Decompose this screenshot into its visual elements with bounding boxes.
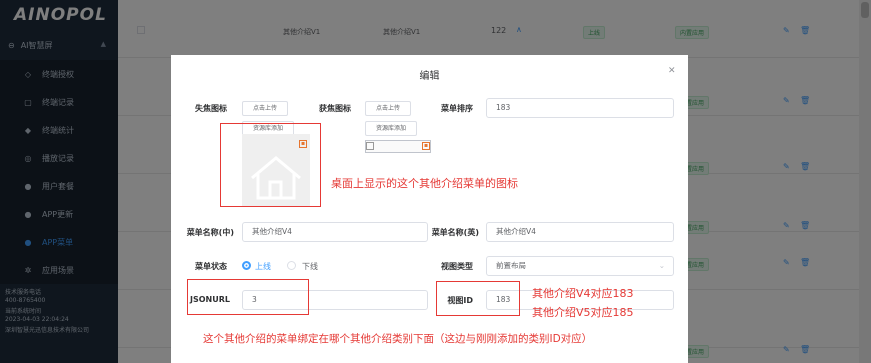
status-label: 菜单状态 [195, 262, 227, 271]
get-focus-upload-button[interactable]: 点击上传 [365, 101, 411, 116]
dialog-title: 编辑 [419, 71, 440, 82]
chevron-down-icon: ⌄ [658, 261, 665, 270]
broken-image-icon [366, 142, 374, 150]
delete-image-icon[interactable]: ▪ [422, 142, 430, 150]
annotation-v5-note: 其他介绍V5对应185 [532, 306, 634, 319]
annotation-box-icon [220, 123, 321, 207]
name-en-label: 菜单名称(英) [431, 228, 479, 237]
view-type-select[interactable]: 前置布局 ⌄ [486, 256, 674, 276]
get-focus-resource-button[interactable]: 资源库添加 [365, 121, 417, 136]
sort-input[interactable]: 183 [486, 98, 674, 118]
status-off-label[interactable]: 下线 [302, 261, 318, 272]
annotation-icon-note: 桌面上显示的这个其他介绍菜单的图标 [331, 177, 518, 190]
status-off-radio[interactable] [287, 261, 296, 270]
annotation-box-view-id [436, 281, 520, 316]
name-en-input[interactable]: 其他介绍V4 [486, 222, 674, 242]
app-window: AINOPOL ⊖ AI智慧屏 ▲ ◇终端授权 ▢终端记录 ◆终端统计 ◎播放记… [0, 0, 871, 363]
annotation-box-jsonurl [187, 279, 309, 315]
view-type-value: 前置布局 [496, 261, 526, 270]
view-type-label: 视图类型 [441, 262, 473, 271]
annotation-bottom-note: 这个其他介绍的菜单绑定在哪个其他介绍类别下面（这边与刚刚添加的类别ID对应） [203, 333, 593, 345]
edit-dialog: 编辑 ✕ 失焦图标 点击上传 资源库添加 ▪ 获焦图标 点击上传 资源库添加 ▪… [171, 55, 688, 363]
focus-upload-button[interactable]: 点击上传 [242, 101, 288, 116]
status-on-label[interactable]: 上线 [255, 261, 271, 272]
close-icon[interactable]: ✕ [668, 66, 676, 76]
get-focus-icon-label: 获焦图标 [319, 104, 351, 113]
get-focus-icon-preview: ▪ [365, 140, 431, 153]
status-on-radio[interactable] [242, 261, 251, 270]
focus-icon-label: 失焦图标 [195, 104, 227, 113]
annotation-v4-note: 其他介绍V4对应183 [532, 287, 634, 300]
name-cn-label: 菜单名称(中) [186, 228, 234, 237]
name-cn-input[interactable]: 其他介绍V4 [242, 222, 428, 242]
sort-label: 菜单排序 [441, 104, 473, 113]
